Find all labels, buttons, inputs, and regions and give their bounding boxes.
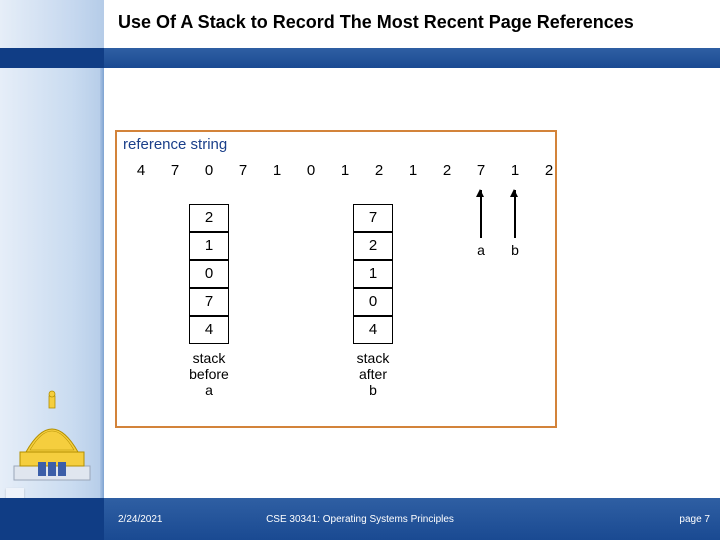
caption-line: b (333, 382, 413, 398)
stack-cell: 0 (353, 288, 393, 316)
ref-item: 7 (471, 162, 491, 179)
ref-item: 1 (505, 162, 525, 179)
stack-cell: 1 (353, 260, 393, 288)
stack-before: 2 1 0 7 4 (189, 204, 229, 344)
footer-page-number: page 7 (679, 514, 710, 525)
caption-line: stack (169, 350, 249, 366)
arrow-b-label: b (505, 242, 525, 258)
stack-before-caption: stack before a (169, 350, 249, 398)
footer-course: CSE 30341: Operating Systems Principles (0, 514, 720, 525)
ref-item: 4 (131, 162, 151, 179)
ref-item: 0 (199, 162, 219, 179)
stack-cell: 7 (189, 288, 229, 316)
header-left-gradient (0, 0, 104, 48)
slide-header: Use Of A Stack to Record The Most Recent… (0, 0, 720, 68)
caption-line: before (169, 366, 249, 382)
ref-item: 1 (403, 162, 423, 179)
university-dome-icon (8, 388, 96, 488)
caption-line: after (333, 366, 413, 382)
ref-item: 2 (369, 162, 389, 179)
stack-cell: 1 (189, 232, 229, 260)
ref-item: 1 (267, 162, 287, 179)
stack-cell: 2 (353, 232, 393, 260)
arrow-a (480, 190, 482, 238)
ref-item: 7 (233, 162, 253, 179)
reference-string-label: reference string (123, 136, 227, 153)
ref-item: 7 (165, 162, 185, 179)
stack-cell: 4 (353, 316, 393, 344)
header-blue-bar-left (0, 48, 104, 68)
stack-after: 7 2 1 0 4 (353, 204, 393, 344)
ref-item: 2 (437, 162, 457, 179)
left-sidebar-edge (100, 68, 104, 498)
stack-cell: 7 (353, 204, 393, 232)
arrow-b (514, 190, 516, 238)
stack-after-caption: stack after b (333, 350, 413, 398)
diagram-container: reference string 4 7 0 7 1 0 1 2 1 2 7 1… (115, 130, 557, 428)
caption-line: stack (333, 350, 413, 366)
stack-cell: 2 (189, 204, 229, 232)
header-blue-bar (0, 48, 720, 68)
stack-cell: 4 (189, 316, 229, 344)
ref-item: 2 (539, 162, 559, 179)
page-title: Use Of A Stack to Record The Most Recent… (118, 12, 634, 33)
caption-line: a (169, 382, 249, 398)
reference-string-row: 4 7 0 7 1 0 1 2 1 2 7 1 2 (117, 162, 557, 186)
arrow-a-label: a (471, 242, 491, 258)
ref-item: 0 (301, 162, 321, 179)
stack-cell: 0 (189, 260, 229, 288)
ref-item: 1 (335, 162, 355, 179)
